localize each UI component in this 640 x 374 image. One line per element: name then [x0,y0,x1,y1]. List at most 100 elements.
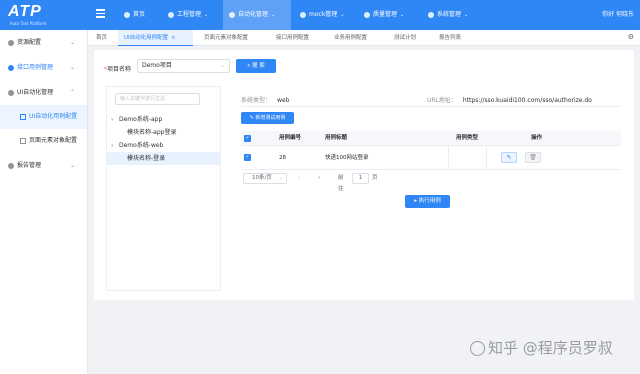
trash-icon: 🗑 [529,154,537,161]
header-case-type: 用例类型 [456,135,479,141]
tab-business-case-config[interactable]: 业务用例配置 [328,30,373,46]
execute-case-button[interactable]: ▸ 执行用例 [405,195,450,208]
nav-home-label: 首页 [133,11,146,18]
delete-button[interactable]: 🗑 [525,152,541,163]
close-icon[interactable]: × [171,35,175,41]
sidebar-item-label: 报告管理 [17,162,42,169]
chevron-up-icon: ⌃ [69,89,75,96]
edit-button[interactable]: ✎ [501,152,517,163]
nav-home[interactable]: 首页 [118,0,151,30]
module-tree: 输入关键字进行过滤 ▾ Demo系统-app 模块名称-app登录 ▾ Demo系统… [106,86,221,291]
tabs-bar: 首页 UI自动化用例配置 × 页面元素对象配置 接口用例配置 业务用例配置 测试计… [88,30,640,46]
column-divider [448,146,449,170]
column-divider [486,146,487,170]
sidebar-item-label: 资源配置 [17,39,42,46]
prev-page-icon[interactable]: ‹ [298,173,300,184]
edit-icon: ✎ [506,154,512,161]
nav-system-management[interactable]: 系统管理 ⌄ [422,0,474,30]
nav-quality-management[interactable]: 质量管理 ⌄ [358,0,410,30]
nav-quality-management-label: 质量管理 [373,11,398,18]
sidebar-subitem-label: UI自动化用例配置 [29,113,78,120]
url-label: URL地址： [427,97,457,104]
project-label-text: 项目名称 [107,66,132,73]
tree-node-web-login[interactable]: 模块名称-登录 [107,152,220,165]
execute-case-label: 执行用例 [418,198,441,204]
table-row[interactable]: ✓ 28 快递100网站登录 ✎ 🗑 [241,146,621,170]
chevron-down-icon: ⌄ [204,12,209,18]
page-size-value: 10条/页 [252,175,272,181]
sidebar-item-api-cases[interactable]: 接口用例管理 ⌄ [0,55,87,80]
nav-project-management[interactable]: 工程管理 ⌄ [162,0,214,30]
user-greeting[interactable]: 你好 何晓东 [602,0,634,30]
wrench-icon [8,64,14,71]
ui-icon [8,89,14,96]
tab-test-plan[interactable]: 测试计划 [388,30,422,46]
home-icon [124,11,130,18]
main-content: *项目名称 Demo项目 ⌄ ⌕ 搜 索 输入关键字进行过滤 ▾ Demo系统-ap… [94,50,634,300]
report-icon [8,162,14,169]
watermark: 知乎 @程序员罗叔 [470,337,613,358]
app-logo-subtitle: Auto Test Platform [10,21,47,26]
sidebar-item-report-management[interactable]: 报告管理 ⌄ [0,153,87,178]
tree-node-app-system[interactable]: ▾ Demo系统-app [107,113,220,126]
tree-node-app-login[interactable]: 模块名称-app登录 [107,126,220,139]
chevron-down-icon: ⌄ [69,64,75,71]
gear-icon[interactable]: ⚙ [628,33,634,41]
sidebar-subitem-page-element-config[interactable]: 页面元素对象配置 [0,129,87,153]
sidebar-item-label: UI自动化管理 [17,89,54,96]
project-select-value: Demo项目 [142,62,172,69]
goto-page-input[interactable]: 1 [352,173,369,184]
project-select[interactable]: Demo项目 ⌄ [137,59,230,73]
add-test-case-button[interactable]: ✎ 新增测试用例 [241,112,294,124]
nav-system-management-label: 系统管理 [437,11,462,18]
system-type-label: 系统类型： [241,97,272,104]
search-button-label: 搜 索 [252,63,265,69]
chevron-down-icon: ⌄ [400,12,405,18]
nav-automation-management-label: 自动化管理 [238,11,269,18]
tab-api-case-config[interactable]: 接口用例配置 [270,30,315,46]
resource-icon [8,39,14,46]
header-case-id: 用例编号 [279,135,302,141]
tree-filter-input[interactable]: 输入关键字进行过滤 [115,93,200,105]
gear-icon [428,11,434,18]
menu-toggle-icon[interactable] [96,9,105,18]
tab-ui-case-config[interactable]: UI自动化用例配置 × [118,30,193,46]
tree-node-web-system[interactable]: ▾ Demo系统-web [107,139,220,152]
watermark-text: 知乎 @程序员罗叔 [488,339,613,357]
nav-mock-management[interactable]: mock管理 ⌄ [294,0,351,30]
case-table: ✓ 用例编号 用例标题 用例类型 操作 ✓ 28 快递100网站登录 ✎ 🗑 [241,131,621,170]
tab-page-element-config[interactable]: 页面元素对象配置 [198,30,254,46]
sidebar-item-label: 接口用例管理 [17,64,54,71]
project-label: *项目名称 [104,66,132,73]
sidebar-subitem-ui-case-config[interactable]: UI自动化用例配置 [0,105,87,129]
system-type-value: web [277,97,290,104]
wrench-icon [168,11,174,18]
tab-report-list[interactable]: 报告列表 [433,30,467,46]
chevron-down-icon: ⌄ [464,12,469,18]
tree-node-label: Demo系统-web [119,142,164,149]
tree-node-label: 模块名称-登录 [127,155,166,162]
nav-project-management-label: 工程管理 [177,11,202,18]
system-type: 系统类型： web [241,95,289,104]
next-page-icon[interactable]: › [318,173,320,184]
select-all-checkbox[interactable]: ✓ [244,135,251,142]
page-icon [20,137,26,144]
goto-label: 前往 [338,175,344,192]
sidebar-item-resource-config[interactable]: 资源配置 ⌄ [0,30,87,55]
row-checkbox[interactable]: ✓ [244,154,251,161]
quality-icon [364,11,370,18]
tab-home[interactable]: 首页 [90,30,113,46]
nav-mock-management-label: mock管理 [309,11,338,18]
search-button[interactable]: ⌕ 搜 索 [236,59,276,73]
chevron-down-icon: ⌄ [340,12,345,18]
chevron-down-icon: ⌄ [271,12,276,18]
table-header: ✓ 用例编号 用例标题 用例类型 操作 [241,131,621,146]
nav-automation-management[interactable]: 自动化管理 ⌄ [223,0,291,30]
tab-label: UI自动化用例配置 [124,35,169,41]
page-suffix: 页 [372,175,378,181]
page-size-select[interactable]: 10条/页 ⌄ [243,173,287,184]
divider [241,106,621,107]
app-logo[interactable]: ATP [8,3,42,21]
tree-node-label: Demo系统-app [119,116,163,123]
sidebar-item-ui-automation[interactable]: UI自动化管理 ⌃ [0,80,87,105]
